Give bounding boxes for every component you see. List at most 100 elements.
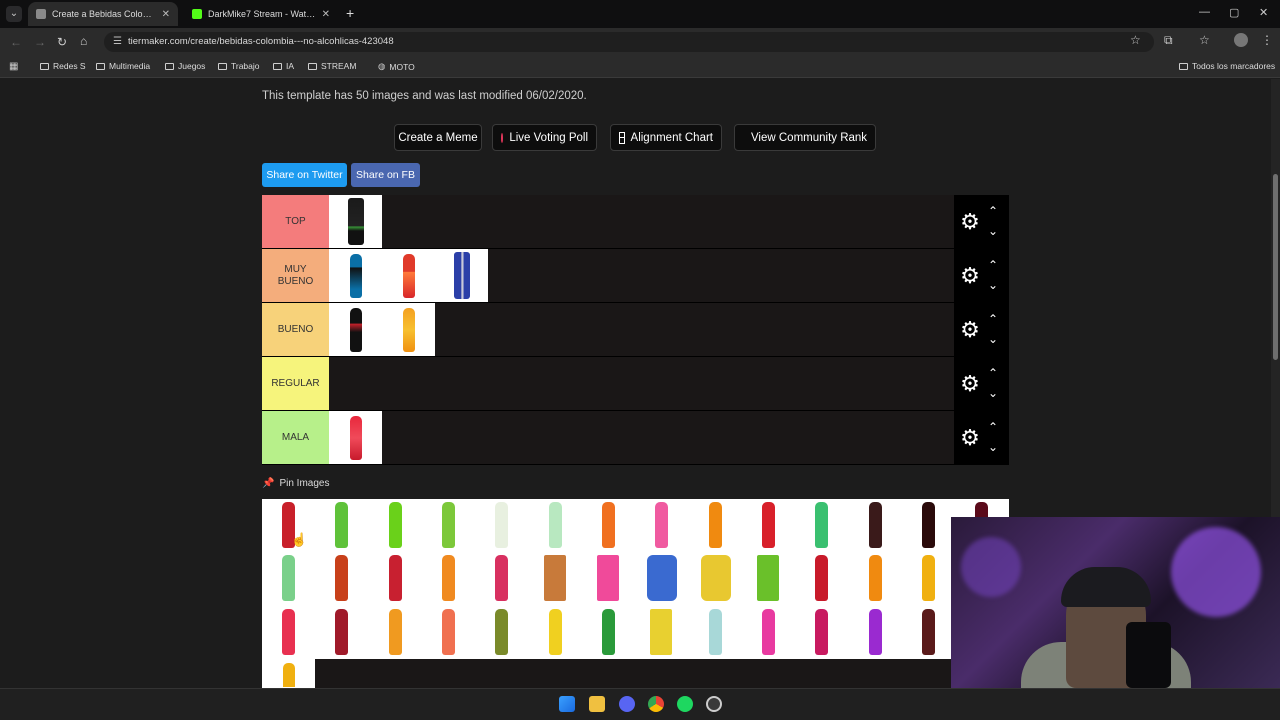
chevron-down-icon[interactable]: ⌄: [988, 333, 998, 345]
bookmark-redes[interactable]: Redes S: [40, 61, 86, 71]
chevron-down-icon[interactable]: ⌄: [988, 225, 998, 237]
pool-item[interactable]: [262, 606, 315, 659]
drink-red-bull[interactable]: [435, 249, 488, 302]
tab-tiermaker[interactable]: Create a Bebidas Colombia - N ✕: [28, 2, 178, 26]
pool-item[interactable]: [795, 606, 848, 659]
pool-item[interactable]: [315, 606, 368, 659]
pool-item[interactable]: [742, 552, 795, 605]
pool-item[interactable]: [689, 552, 742, 605]
pool-item[interactable]: [475, 499, 528, 552]
pool-item[interactable]: [262, 659, 315, 688]
close-window-icon[interactable]: ✕: [1259, 6, 1268, 19]
pool-item[interactable]: [849, 552, 902, 605]
pool-item[interactable]: [689, 499, 742, 552]
chevron-up-icon[interactable]: ⌃: [988, 205, 998, 217]
restore-icon[interactable]: ▢: [1229, 6, 1239, 19]
bookmark-moto[interactable]: ◍ MOTO: [378, 61, 415, 72]
pool-item[interactable]: [422, 499, 475, 552]
pool-item[interactable]: [849, 606, 902, 659]
close-icon[interactable]: ✕: [162, 9, 170, 20]
pool-item[interactable]: [689, 606, 742, 659]
pool-item[interactable]: [529, 552, 582, 605]
forward-icon[interactable]: →: [34, 35, 46, 49]
drink-gatorade-orange[interactable]: [382, 303, 435, 356]
pool-item[interactable]: [582, 499, 635, 552]
app-icon[interactable]: [706, 696, 722, 712]
live-voting-poll-button[interactable]: Live Voting Poll: [492, 124, 597, 151]
pool-item[interactable]: [529, 606, 582, 659]
drink-red-soda[interactable]: [329, 411, 382, 464]
alignment-chart-button[interactable]: Alignment Chart: [610, 124, 722, 151]
pool-item[interactable]: [422, 606, 475, 659]
home-icon[interactable]: ⌂: [80, 34, 87, 48]
tab-search-icon[interactable]: ⌄: [6, 6, 22, 22]
pool-item[interactable]: [529, 499, 582, 552]
drink-dark-bottle[interactable]: [329, 303, 382, 356]
tier-dropzone[interactable]: [329, 357, 954, 410]
chevron-up-icon[interactable]: ⌃: [988, 421, 998, 433]
tier-dropzone[interactable]: [329, 195, 954, 248]
pool-item[interactable]: [635, 499, 688, 552]
pool-item[interactable]: [582, 552, 635, 605]
chevron-up-icon[interactable]: ⌃: [988, 367, 998, 379]
drink-powerade[interactable]: [329, 249, 382, 302]
tab-kick-stream[interactable]: DarkMike7 Stream - Watch Live ✕: [184, 2, 338, 26]
pool-item[interactable]: [849, 499, 902, 552]
tier-dropzone[interactable]: [329, 249, 954, 302]
view-community-rank-button[interactable]: View Community Rank: [734, 124, 876, 151]
bookmarks-panel-icon[interactable]: ☆: [1199, 33, 1210, 47]
chevron-down-icon[interactable]: ⌄: [988, 387, 998, 399]
pool-item[interactable]: [315, 499, 368, 552]
spotify-icon[interactable]: [677, 696, 693, 712]
tier-label[interactable]: REGULAR: [262, 357, 329, 410]
url-text[interactable]: tiermaker.com/create/bebidas-colombia---…: [128, 36, 394, 47]
tier-label[interactable]: TOP: [262, 195, 329, 248]
pool-item[interactable]: [902, 499, 955, 552]
pool-item[interactable]: [635, 552, 688, 605]
pool-item[interactable]: [902, 552, 955, 605]
close-icon[interactable]: ✕: [322, 9, 330, 20]
image-pool[interactable]: [262, 499, 1009, 659]
bookmark-stream[interactable]: STREAM: [308, 61, 356, 71]
tier-label[interactable]: MALA: [262, 411, 329, 464]
chevron-down-icon[interactable]: ⌄: [988, 279, 998, 291]
pool-item[interactable]: [795, 552, 848, 605]
pool-item[interactable]: [315, 552, 368, 605]
menu-icon[interactable]: ⋮: [1261, 33, 1273, 47]
drink-gatorade-red[interactable]: [382, 249, 435, 302]
tier-dropzone[interactable]: [329, 411, 954, 464]
pool-item[interactable]: [902, 606, 955, 659]
pool-item[interactable]: [742, 606, 795, 659]
bookmark-multimedia[interactable]: Multimedia: [96, 61, 150, 71]
minimize-icon[interactable]: —: [1199, 6, 1210, 18]
pool-item[interactable]: [369, 499, 422, 552]
drink-monster[interactable]: [329, 195, 382, 248]
windows-start-icon[interactable]: [559, 696, 575, 712]
gear-icon[interactable]: ⚙: [959, 265, 981, 287]
back-icon[interactable]: ←: [10, 35, 22, 49]
profile-avatar[interactable]: [1234, 33, 1248, 47]
gear-icon[interactable]: ⚙: [959, 319, 981, 341]
discord-icon[interactable]: [619, 696, 635, 712]
all-bookmarks[interactable]: Todos los marcadores: [1179, 61, 1275, 71]
tier-dropzone[interactable]: [329, 303, 954, 356]
apps-icon[interactable]: ▦: [9, 61, 18, 72]
chevron-down-icon[interactable]: ⌄: [988, 441, 998, 453]
gear-icon[interactable]: ⚙: [959, 427, 981, 449]
reload-icon[interactable]: ↻: [57, 35, 67, 49]
new-tab-button[interactable]: +: [346, 6, 354, 20]
bookmark-ia[interactable]: IA: [273, 61, 294, 71]
pool-item[interactable]: [262, 552, 315, 605]
gear-icon[interactable]: ⚙: [959, 211, 981, 233]
pool-item[interactable]: [742, 499, 795, 552]
bookmark-juegos[interactable]: Juegos: [165, 61, 205, 71]
site-info-icon[interactable]: ☰: [113, 36, 122, 47]
share-fb-button[interactable]: Share on FB: [351, 163, 420, 187]
pool-item[interactable]: [635, 606, 688, 659]
tier-label[interactable]: BUENO: [262, 303, 329, 356]
file-explorer-icon[interactable]: [589, 696, 605, 712]
gear-icon[interactable]: ⚙: [959, 373, 981, 395]
pool-item[interactable]: [369, 552, 422, 605]
create-meme-button[interactable]: Create a Meme: [394, 124, 482, 151]
pool-item[interactable]: [422, 552, 475, 605]
